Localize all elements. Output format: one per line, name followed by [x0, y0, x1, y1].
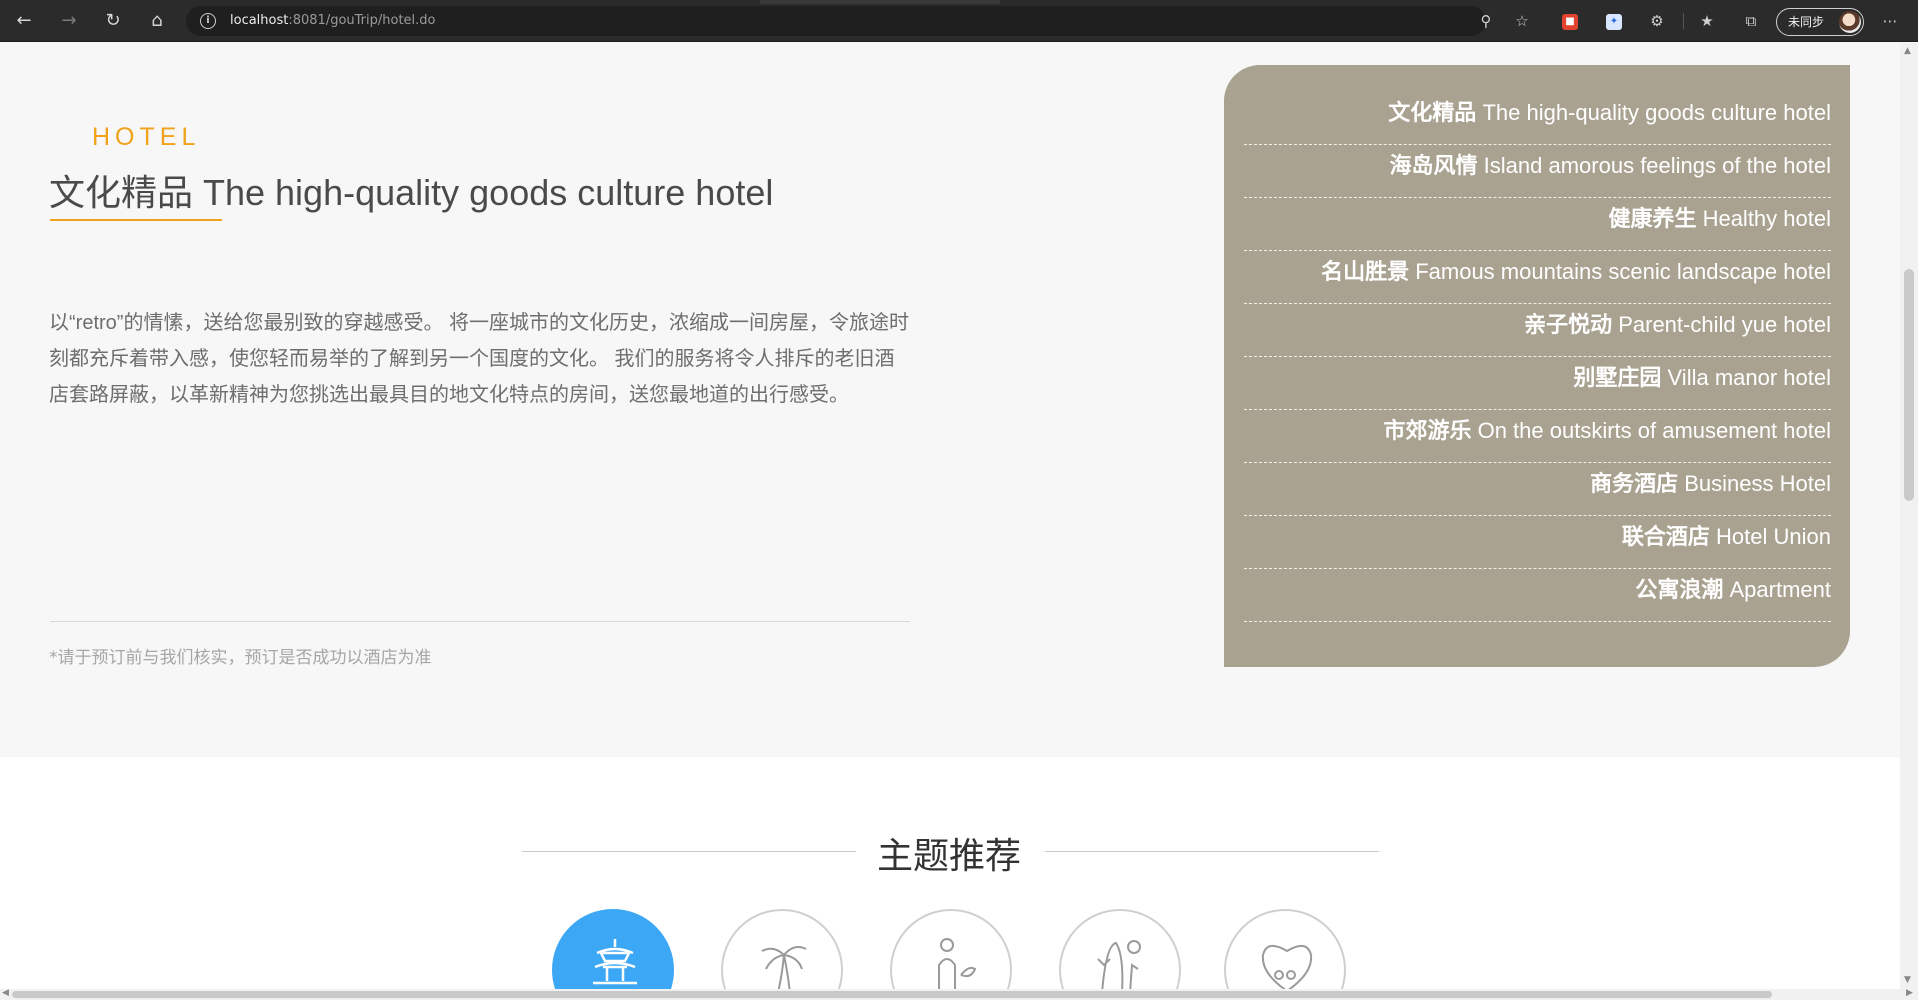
theme-culture-button[interactable] [552, 909, 674, 989]
category-zh: 亲子悦动 [1524, 312, 1613, 337]
category-item-business[interactable]: 商务酒店 Business Hotel [1244, 464, 1831, 516]
category-item-apartment[interactable]: 公寓浪潮 Apartment [1244, 570, 1831, 622]
cactus-icon [1097, 940, 1141, 989]
booking-notice: *请于预订前与我们核实，预订是否成功以酒店为准 [49, 648, 432, 668]
hotel-intro-section: HOTEL 文化精品 The high-quality goods cultur… [0, 43, 1900, 757]
category-en: The high-quality goods culture hotel [1482, 100, 1831, 125]
vertical-scrollbar[interactable]: ▲ ▼ [1900, 43, 1918, 989]
vertical-scroll-thumb[interactable] [1904, 269, 1914, 501]
url-host: localhost [230, 13, 289, 28]
section-eyebrow: HOTEL [92, 123, 201, 151]
category-zh: 名山胜景 [1321, 259, 1410, 284]
category-en: Island amorous feelings of the hotel [1483, 153, 1831, 178]
zoom-icon[interactable]: ⚲ [1476, 11, 1496, 31]
url-text[interactable]: localhost:8081/gouTrip/hotel.do [230, 13, 436, 28]
extension-red-icon[interactable]: ■ [1562, 14, 1578, 30]
reload-icon[interactable]: ↻ [101, 9, 125, 33]
category-en: Apartment [1729, 577, 1832, 602]
tab-strip-indicator [760, 0, 1000, 4]
palm-tree-icon [761, 946, 807, 989]
category-en: Hotel Union [1716, 524, 1831, 549]
category-zh: 文化精品 [1388, 100, 1477, 125]
category-item-union[interactable]: 联合酒店 Hotel Union [1244, 517, 1831, 569]
category-item-outskirts[interactable]: 市郊游乐 On the outskirts of amusement hotel [1244, 411, 1831, 463]
favorites-icon[interactable]: ★ [1697, 11, 1717, 31]
theme-title-line-right [1045, 851, 1379, 852]
browser-toolbar: ← → ↻ ⌂ i localhost:8081/gouTrip/hotel.d… [0, 0, 1918, 42]
theme-title: 主题推荐 [877, 836, 1022, 877]
back-icon[interactable]: ← [12, 9, 36, 33]
category-en: On the outskirts of amusement hotel [1477, 418, 1831, 443]
category-item-culture[interactable]: 文化精品 The high-quality goods culture hote… [1244, 93, 1831, 145]
extension-blue-icon[interactable]: ✦ [1606, 14, 1622, 30]
theme-family-button[interactable] [1224, 909, 1346, 989]
pagoda-icon [593, 939, 637, 985]
category-zh: 公寓浪潮 [1635, 577, 1724, 602]
theme-island-button[interactable] [721, 909, 843, 989]
page-title: 文化精品 The high-quality goods culture hote… [49, 172, 774, 213]
category-zh: 别墅庄园 [1573, 365, 1662, 390]
theme-mountain-button[interactable] [1059, 909, 1181, 989]
url-path: :8081/gouTrip/hotel.do [288, 13, 436, 28]
category-en: Business Hotel [1684, 471, 1831, 496]
page-content: HOTEL 文化精品 The high-quality goods cultur… [0, 43, 1900, 989]
category-en: Famous mountains scenic landscape hotel [1415, 259, 1831, 284]
info-icon[interactable]: i [200, 13, 216, 29]
theme-recommendation-section: 主题推荐 [0, 757, 1900, 989]
person-plant-icon [938, 938, 977, 989]
avatar [1839, 11, 1861, 33]
home-icon[interactable]: ⌂ [145, 9, 169, 33]
category-zh: 商务酒店 [1590, 471, 1679, 496]
more-icon[interactable]: ⋯ [1880, 11, 1900, 31]
forward-icon[interactable]: → [57, 9, 81, 33]
hotel-category-menu: 文化精品 The high-quality goods culture hote… [1224, 65, 1850, 667]
horizontal-scroll-thumb[interactable] [12, 991, 1772, 998]
category-item-villa[interactable]: 别墅庄园 Villa manor hotel [1244, 358, 1831, 410]
scroll-left-icon[interactable]: ◀ [2, 988, 9, 998]
divider [50, 621, 910, 622]
category-zh: 健康养生 [1608, 206, 1697, 231]
category-item-island[interactable]: 海岛风情 Island amorous feelings of the hote… [1244, 146, 1831, 198]
address-bar[interactable]: i localhost:8081/gouTrip/hotel.do [186, 6, 1486, 36]
category-item-mountains[interactable]: 名山胜景 Famous mountains scenic landscape h… [1244, 252, 1831, 304]
scroll-right-icon[interactable]: ▶ [1906, 988, 1913, 998]
theme-healthy-button[interactable] [890, 909, 1012, 989]
category-en: Healthy hotel [1702, 206, 1831, 231]
category-zh: 联合酒店 [1621, 524, 1710, 549]
intro-paragraph: 以“retro”的情愫，送给您最别致的穿越感受。 将一座城市的文化历史，浓缩成一… [49, 312, 909, 406]
profile-button[interactable]: 未同步 [1776, 8, 1864, 36]
horizontal-scrollbar[interactable]: ◀ ▶ [0, 988, 1918, 1000]
category-item-parent-child[interactable]: 亲子悦动 Parent-child yue hotel [1244, 305, 1831, 357]
category-en: Parent-child yue hotel [1618, 312, 1831, 337]
category-zh: 市郊游乐 [1383, 418, 1472, 443]
heart-icon [1261, 944, 1313, 989]
title-underline [50, 219, 222, 221]
collections-icon[interactable]: ⧉ [1741, 11, 1761, 31]
category-zh: 海岛风情 [1389, 153, 1478, 178]
add-favorite-icon[interactable]: ☆ [1512, 11, 1532, 31]
extension-icon[interactable]: ⚙ [1647, 11, 1667, 31]
category-item-healthy[interactable]: 健康养生 Healthy hotel [1244, 199, 1831, 251]
scroll-down-icon[interactable]: ▼ [1904, 975, 1911, 985]
scroll-up-icon[interactable]: ▲ [1904, 46, 1911, 56]
theme-title-line-left [522, 851, 856, 852]
category-en: Villa manor hotel [1667, 365, 1831, 390]
toolbar-separator [1683, 13, 1684, 29]
profile-label: 未同步 [1788, 15, 1825, 29]
